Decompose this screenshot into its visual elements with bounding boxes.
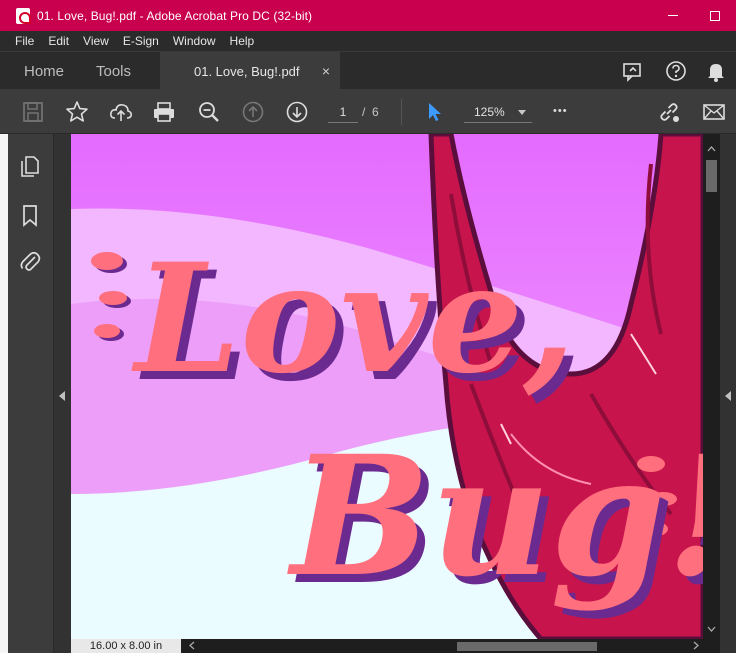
toolbar-divider: [401, 99, 402, 125]
zoom-out-icon[interactable]: [197, 100, 221, 124]
menu-view[interactable]: View: [76, 34, 116, 48]
share-feedback-icon[interactable]: [622, 60, 644, 82]
zoom-dropdown[interactable]: 125%: [464, 101, 532, 123]
artwork-title-line1: Love,: [131, 231, 575, 407]
horizontal-scroll-thumb[interactable]: [457, 642, 597, 651]
scroll-right-arrow[interactable]: [693, 641, 699, 650]
minimize-button[interactable]: [652, 0, 694, 31]
menu-edit[interactable]: Edit: [41, 34, 76, 48]
maximize-icon: [710, 10, 720, 21]
bookmark-star-icon[interactable]: [65, 100, 89, 124]
left-panel-toggle[interactable]: [54, 134, 70, 653]
current-page-input[interactable]: 1: [328, 101, 358, 123]
share-link-icon[interactable]: [657, 100, 681, 124]
scroll-up-arrow[interactable]: [707, 146, 716, 152]
print-icon[interactable]: [152, 100, 176, 124]
menu-bar: File Edit View E-Sign Window Help: [0, 31, 736, 51]
previous-page-icon[interactable]: [241, 100, 265, 124]
notifications-bell-icon[interactable]: [705, 60, 727, 82]
tab-document-label: 01. Love, Bug!.pdf: [194, 63, 300, 79]
window-left-edge: [0, 134, 8, 653]
main-toolbar: 1 / 6 125% •••: [0, 89, 736, 134]
chevron-left-icon: [59, 391, 65, 401]
tab-document[interactable]: 01. Love, Bug!.pdf ×: [160, 52, 340, 90]
title-bar: 01. Love, Bug!.pdf - Adobe Acrobat Pro D…: [0, 0, 736, 31]
menu-help[interactable]: Help: [223, 34, 262, 48]
menu-file[interactable]: File: [8, 34, 41, 48]
tab-home[interactable]: Home: [24, 52, 64, 90]
right-panel-toggle[interactable]: [720, 134, 736, 653]
vertical-scrollbar[interactable]: [703, 134, 720, 639]
page-artwork: Love, Love, Bug! Bug!: [71, 134, 703, 639]
upload-cloud-icon[interactable]: [109, 100, 133, 124]
scroll-left-arrow[interactable]: [189, 641, 195, 650]
close-tab-icon[interactable]: ×: [322, 63, 330, 79]
page-separator: /: [362, 105, 366, 119]
navigation-panel: [8, 134, 54, 653]
email-icon[interactable]: [702, 100, 726, 124]
next-page-icon[interactable]: [285, 100, 309, 124]
minimize-icon: [668, 15, 678, 16]
more-tools-icon[interactable]: •••: [553, 99, 577, 123]
attachment-icon[interactable]: [19, 248, 41, 274]
menu-esign[interactable]: E-Sign: [116, 34, 166, 48]
pages-icon[interactable]: [19, 154, 41, 178]
artwork-title-line2: Bug!: [287, 419, 703, 613]
help-icon[interactable]: [665, 60, 687, 82]
page-size-label: 16.00 x 8.00 in: [71, 639, 181, 653]
vertical-scroll-thumb[interactable]: [706, 160, 717, 192]
chevron-down-icon: [518, 110, 526, 115]
menu-window[interactable]: Window: [166, 34, 223, 48]
select-cursor-icon[interactable]: [422, 100, 446, 124]
scroll-down-arrow[interactable]: [707, 626, 716, 632]
tab-bar: Home Tools 01. Love, Bug!.pdf ×: [0, 51, 736, 90]
chevron-left-icon: [725, 391, 731, 401]
window-title: 01. Love, Bug!.pdf - Adobe Acrobat Pro D…: [37, 8, 313, 23]
total-pages: 6: [372, 105, 379, 119]
bookmark-icon[interactable]: [21, 204, 39, 228]
document-viewport[interactable]: Love, Love, Bug! Bug!: [71, 134, 703, 639]
save-icon[interactable]: [21, 100, 45, 124]
acrobat-app-icon: [16, 7, 31, 24]
maximize-button[interactable]: [694, 0, 736, 31]
zoom-value: 125%: [474, 105, 505, 119]
tab-tools[interactable]: Tools: [96, 52, 131, 90]
